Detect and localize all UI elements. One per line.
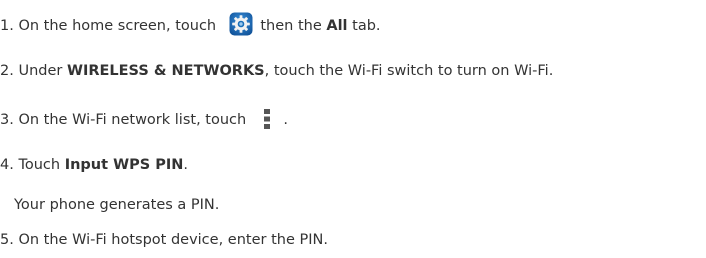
- step-3: 3. On the Wi-Fi network list, touch .: [0, 109, 288, 130]
- step-5: 5. On the Wi-Fi hotspot device, enter th…: [0, 230, 328, 250]
- step-2-text-after: , touch the Wi-Fi switch to turn on Wi-F…: [264, 63, 554, 79]
- step-5-number: 5.: [0, 232, 14, 248]
- wireless-networks-label: WIRELESS & NETWORKS: [66, 63, 265, 79]
- step-4-text: Touch: [18, 157, 61, 173]
- step-1-text: On the home screen, touch: [18, 18, 217, 34]
- input-wps-pin-label: Input WPS PIN: [64, 157, 184, 173]
- step-4-note: Your phone generates a PIN.: [14, 195, 219, 215]
- step-1-text-end: tab.: [352, 18, 381, 34]
- step-4: 4. Touch Input WPS PIN.: [0, 155, 188, 175]
- step-3-text-after: .: [283, 112, 289, 128]
- menu-more-icon: [263, 109, 271, 129]
- step-2-number: 2.: [0, 63, 14, 79]
- settings-gear-icon: [229, 12, 253, 36]
- step-1: 1. On the home screen, touch then the Al…: [0, 12, 381, 36]
- step-1-number: 1.: [0, 18, 14, 34]
- step-2: 2. Under WIRELESS & NETWORKS, touch the …: [0, 61, 553, 81]
- step-3-text: On the Wi-Fi network list, touch: [18, 112, 247, 128]
- step-5-text: On the Wi-Fi hotspot device, enter the P…: [18, 232, 328, 248]
- all-tab-label: All: [326, 18, 348, 34]
- step-4-note-text: Your phone generates a PIN.: [14, 197, 220, 213]
- step-2-text: Under: [18, 63, 63, 79]
- step-1-text-after: then the: [260, 18, 322, 34]
- step-3-number: 3.: [0, 112, 14, 128]
- step-4-number: 4.: [0, 157, 14, 173]
- step-4-text-after: .: [183, 157, 188, 173]
